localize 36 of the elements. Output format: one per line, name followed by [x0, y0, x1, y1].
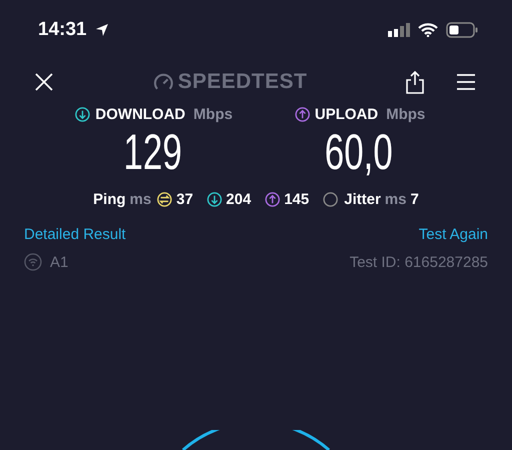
unit-label: ms [130, 191, 152, 208]
ping-label: Ping [93, 191, 126, 208]
jitter-icon [323, 192, 338, 207]
signal-icon [388, 23, 410, 37]
unit-label: Mbps [193, 106, 233, 123]
status-time: 14:31 [38, 19, 87, 41]
upload-icon [294, 107, 310, 122]
wifi-icon [418, 23, 438, 37]
location-icon [94, 23, 109, 37]
metric-label: UPLOAD [314, 106, 378, 123]
provider-name: A1 [50, 254, 68, 270]
battery-icon [446, 22, 478, 38]
latency-value: 204 [226, 191, 252, 208]
latency-value: 145 [284, 191, 310, 208]
test-id: Test ID: 6165287285 [350, 254, 488, 270]
test-again-link[interactable]: Test Again [418, 226, 488, 243]
download-icon [75, 107, 90, 122]
ping-icon [157, 192, 172, 207]
jitter-value: 7 [410, 191, 419, 208]
unit-label: Mbps [386, 106, 426, 123]
gauge-icon [152, 72, 174, 92]
jitter-label: Jitter [344, 191, 381, 208]
upload-icon [265, 192, 280, 207]
metric-label: DOWNLOAD [95, 106, 186, 123]
unit-label: ms [384, 191, 406, 208]
wifi-icon [24, 253, 42, 271]
download-icon [207, 192, 222, 207]
start-ring[interactable] [182, 430, 330, 450]
close-icon[interactable] [34, 72, 54, 92]
speed-value: 60,0 [324, 123, 394, 181]
speed-value: 129 [124, 123, 182, 181]
latency-value: 37 [176, 191, 194, 208]
detailed-result-link[interactable]: Detailed Result [24, 226, 126, 243]
menu-icon[interactable] [456, 73, 476, 91]
share-icon[interactable] [406, 70, 424, 94]
app-logo: SPEEDTEST [178, 70, 308, 94]
